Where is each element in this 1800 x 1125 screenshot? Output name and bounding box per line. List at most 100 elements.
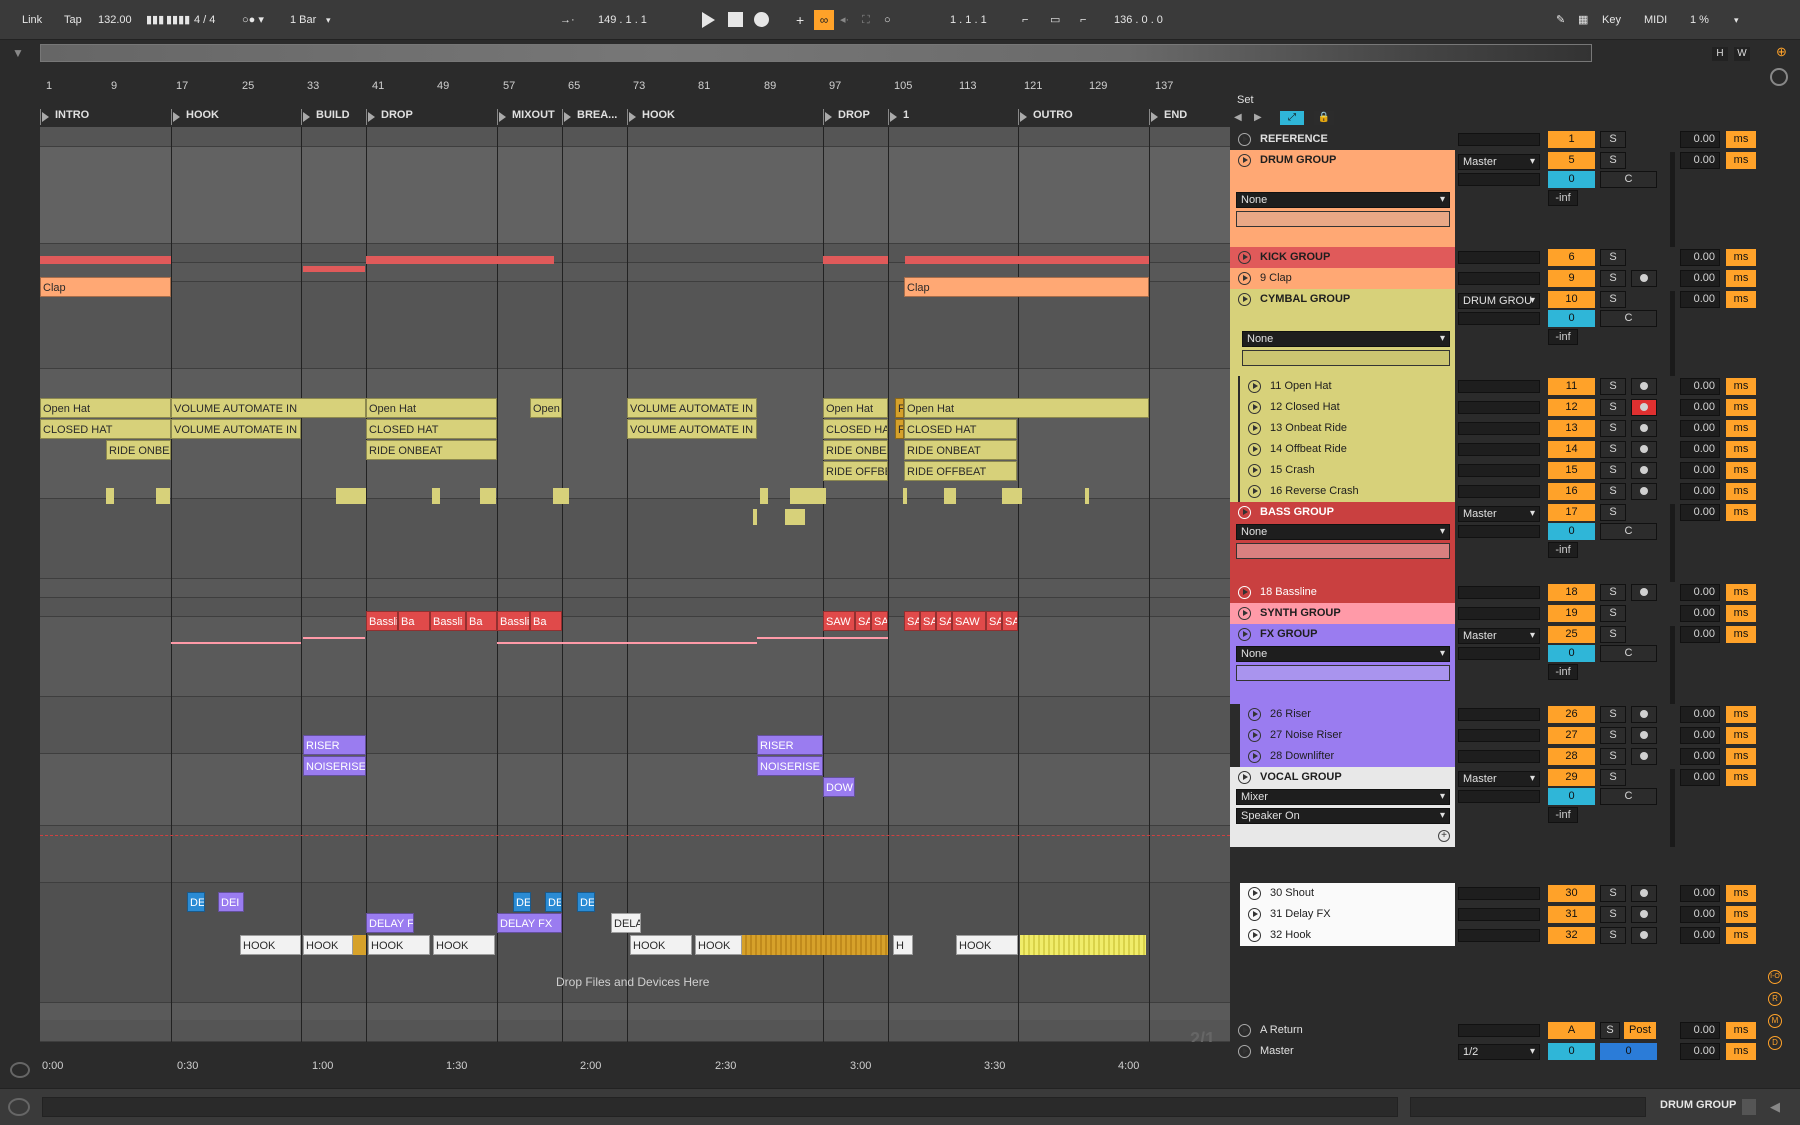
returns-toggle-icon[interactable]: R <box>1768 992 1782 1006</box>
track-riser[interactable]: 26 Riser 26 S 0.00 ms <box>1230 704 1760 725</box>
bassline-clip[interactable]: SA <box>1002 611 1018 631</box>
track-name[interactable]: DRUM GROUP <box>1230 150 1455 171</box>
crash-clip[interactable] <box>760 488 768 504</box>
track-field[interactable] <box>1458 607 1540 620</box>
track-name[interactable]: 16 Reverse Crash <box>1240 481 1455 502</box>
track-name[interactable]: VOCAL GROUP <box>1230 767 1455 788</box>
key-map-button[interactable]: Key <box>1602 11 1621 29</box>
track-name[interactable]: 18 Bassline <box>1230 582 1455 603</box>
track-field[interactable] <box>1458 929 1540 942</box>
crash-clip[interactable] <box>432 488 440 504</box>
track-delay[interactable]: 0.00 <box>1680 152 1720 169</box>
locator-hook[interactable]: HOOK <box>171 109 219 125</box>
time-ruler[interactable]: 0:00 0:30 1:00 1:30 2:00 2:30 3:00 3:30 … <box>40 1060 1230 1076</box>
bassline-clip[interactable]: SA <box>920 611 936 631</box>
optimize-height-button[interactable]: H <box>1712 47 1728 61</box>
solo-button[interactable]: S <box>1600 291 1626 308</box>
track-number[interactable]: 10 <box>1548 291 1595 308</box>
arm-button[interactable] <box>1631 420 1657 437</box>
track-field[interactable] <box>1458 586 1540 599</box>
delay-unit[interactable]: ms <box>1726 706 1756 723</box>
closed-hat-clip[interactable]: VOLUME AUTOMATE IN <box>627 419 757 439</box>
device-view-icon[interactable]: ◀ <box>1770 1099 1780 1115</box>
track-synth-group[interactable]: SYNTH GROUP 19 S 0.00 ms <box>1230 603 1760 624</box>
track-field[interactable] <box>1458 647 1540 660</box>
bassline-clip[interactable]: Ba <box>466 611 497 631</box>
track-number[interactable]: 5 <box>1548 152 1595 169</box>
center-button[interactable]: C <box>1600 788 1657 805</box>
delay-unit[interactable]: ms <box>1726 399 1756 416</box>
track-delay-fx[interactable]: 31 Delay FX 31 S 0.00 ms <box>1230 904 1760 925</box>
tempo-field[interactable]: 132.00 <box>98 11 132 29</box>
lock-icon[interactable]: 🔒 <box>1314 111 1334 125</box>
delay-unit[interactable]: ms <box>1726 270 1756 287</box>
track-number[interactable]: 25 <box>1548 626 1595 643</box>
track-a-return[interactable]: A Return A S Post 0.00 ms <box>1230 1020 1760 1041</box>
track-cymbal-group[interactable]: CYMBAL GROUP None DRUM GROU 10 S 0 C -in… <box>1230 289 1760 376</box>
kick-clip[interactable] <box>366 256 554 264</box>
computer-keyboard-icon[interactable]: ▦ <box>1578 11 1588 29</box>
delay-unit[interactable]: ms <box>1726 605 1756 622</box>
track-name[interactable]: REFERENCE <box>1230 129 1455 150</box>
locator-build[interactable]: BUILD <box>301 109 350 125</box>
pan-field[interactable]: 0 <box>1600 1043 1657 1060</box>
input-channel-field[interactable] <box>1236 211 1450 227</box>
crash-clip[interactable] <box>1002 488 1022 504</box>
clip-view-icon[interactable]: ⊕ <box>1776 44 1787 60</box>
track-master[interactable]: Master 1/2 0 0 0.00 ms <box>1230 1041 1760 1062</box>
automation-arm-icon[interactable]: ∞ <box>814 10 834 30</box>
add-icon[interactable]: + <box>1438 830 1450 842</box>
arm-button[interactable] <box>1631 706 1657 723</box>
solo-button[interactable]: S <box>1600 626 1626 643</box>
volume-field[interactable]: -inf <box>1548 807 1578 823</box>
track-number[interactable]: 15 <box>1548 462 1595 479</box>
downlifter-clip[interactable]: DOW <box>823 777 855 797</box>
output-select[interactable]: Master <box>1458 506 1540 522</box>
loop-icon[interactable]: ▭ <box>1050 11 1060 29</box>
arm-button[interactable] <box>1631 727 1657 744</box>
metronome-toggle-icon[interactable]: ○● ▾ <box>242 11 264 29</box>
noise-riser-clip[interactable]: NOISERISE <box>303 756 366 776</box>
track-number[interactable]: A <box>1548 1022 1595 1039</box>
solo-button[interactable]: S <box>1600 483 1626 500</box>
track-field[interactable] <box>1458 272 1540 285</box>
pan-field[interactable]: 0 <box>1548 310 1595 327</box>
track-crash[interactable]: 15 Crash 15 S 0.00 ms <box>1230 460 1760 481</box>
quantize-select[interactable]: 1 Bar <box>290 11 316 29</box>
bassline-clip[interactable]: Ba <box>530 611 562 631</box>
track-delay[interactable]: 0.00 <box>1680 584 1720 601</box>
bassline-clip[interactable]: SA <box>871 611 888 631</box>
crash-clip[interactable] <box>1085 488 1089 504</box>
riser-clip[interactable]: RISER <box>303 735 366 755</box>
arm-button[interactable] <box>1631 378 1657 395</box>
arm-button[interactable] <box>1631 584 1657 601</box>
solo-button[interactable]: S <box>1600 584 1626 601</box>
delay-unit[interactable]: ms <box>1726 927 1756 944</box>
track-name[interactable]: 9 Clap <box>1230 268 1455 289</box>
track-number[interactable]: 27 <box>1548 727 1595 744</box>
hook-clip[interactable]: HOOK <box>695 935 742 955</box>
punch-in-icon[interactable]: ⌐ <box>1022 11 1028 29</box>
locator-mixout[interactable]: MIXOUT <box>497 109 555 125</box>
bassline-clip[interactable]: Ba <box>398 611 430 631</box>
track-name[interactable]: BASS GROUP <box>1230 502 1455 523</box>
stop-icon[interactable] <box>728 12 743 27</box>
track-delay[interactable]: 0.00 <box>1680 504 1720 521</box>
output-select[interactable]: DRUM GROU <box>1458 293 1540 309</box>
ride-offbeat-clip[interactable]: RIDE OFFBEAT <box>904 461 1017 481</box>
solo-button[interactable]: S <box>1600 420 1626 437</box>
track-field[interactable] <box>1458 485 1540 498</box>
track-delay[interactable]: 0.00 <box>1680 927 1720 944</box>
optimize-width-button[interactable]: W <box>1734 47 1750 61</box>
hook-clip[interactable]: HOOK <box>368 935 430 955</box>
track-field[interactable] <box>1458 464 1540 477</box>
track-onbeat-ride[interactable]: 13 Onbeat Ride 13 S 0.00 ms <box>1230 418 1760 439</box>
reverse-crash-clip[interactable] <box>785 509 805 525</box>
arrangement-view[interactable]: Clap Clap Open Hat VOLUME AUTOMATE IN Op… <box>40 127 1230 1042</box>
bassline-clip[interactable]: SAW <box>823 611 855 631</box>
track-field[interactable] <box>1458 750 1540 763</box>
crash-clip[interactable] <box>944 488 956 504</box>
arm-button[interactable] <box>1631 906 1657 923</box>
kick-clip[interactable] <box>303 266 365 272</box>
solo-button[interactable]: S <box>1600 706 1626 723</box>
